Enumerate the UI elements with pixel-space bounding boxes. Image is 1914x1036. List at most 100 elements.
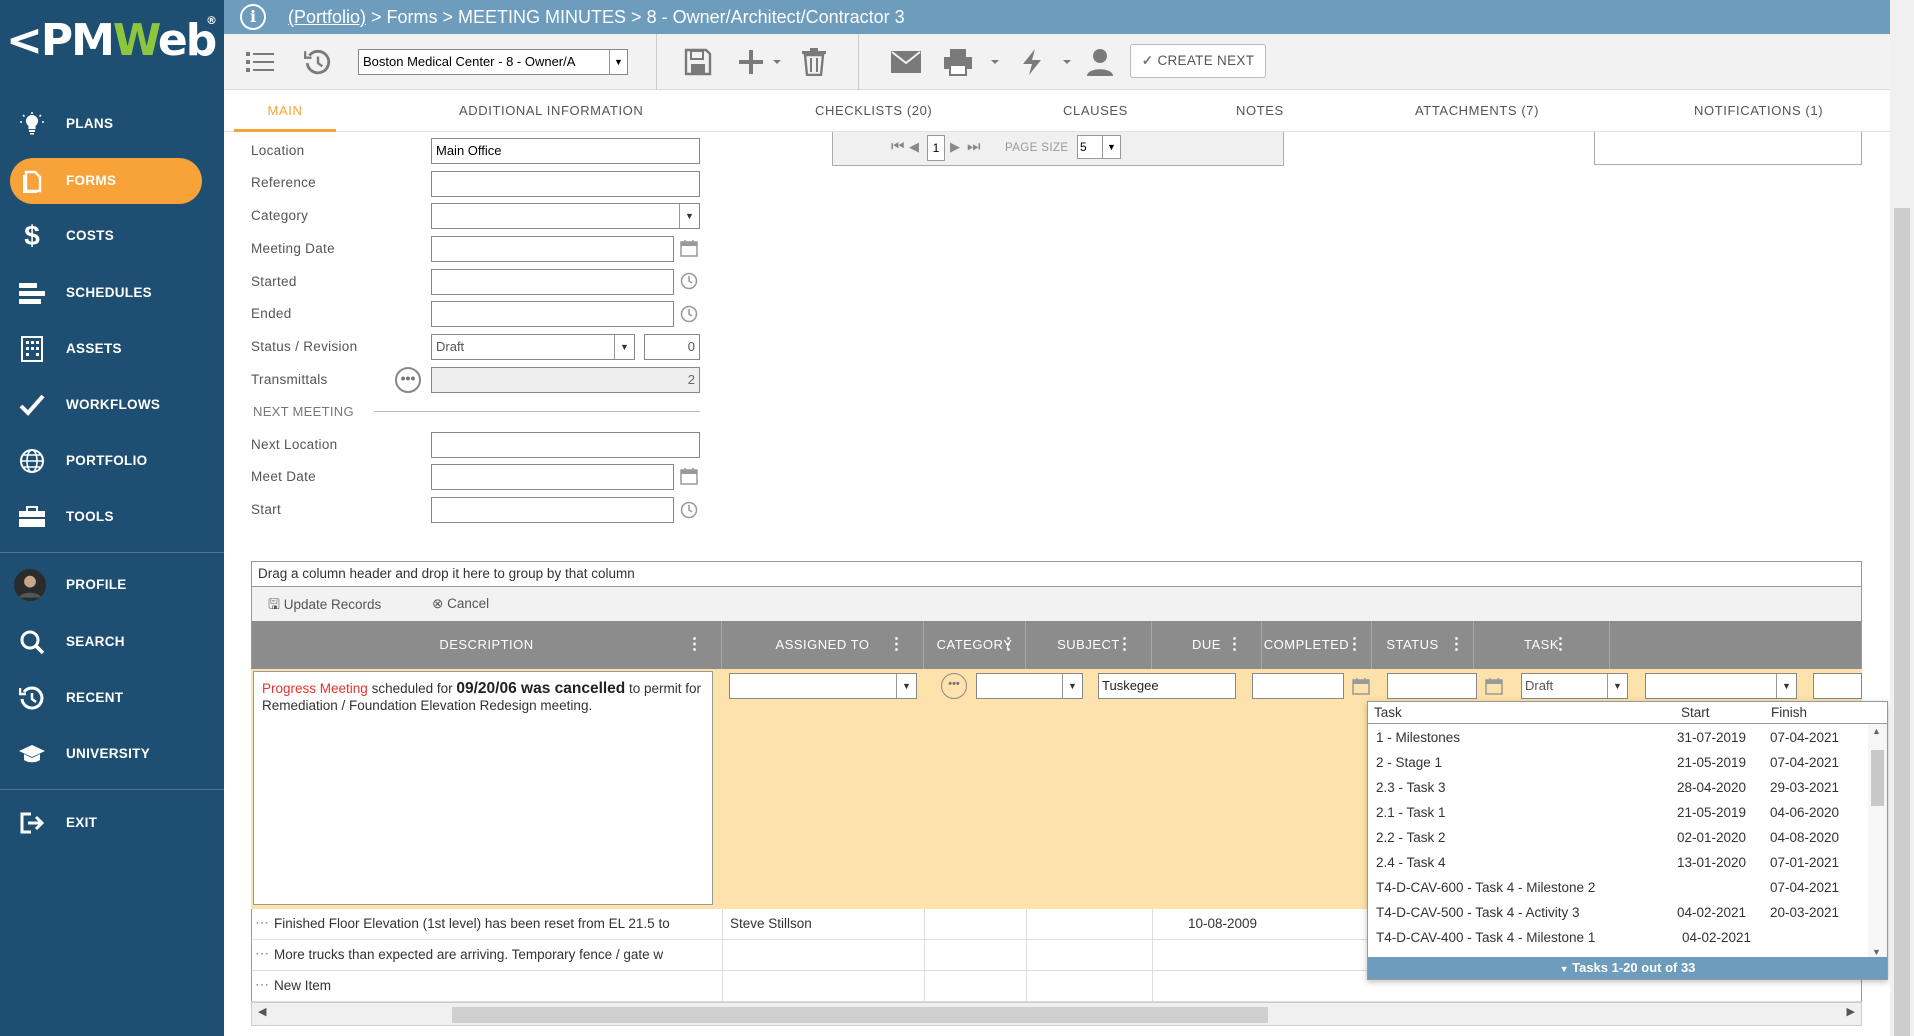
task-option[interactable]: T4-D-CAV-500 - Task 4 - Activity 3 04-02-…: [1368, 900, 1868, 925]
tab-notifications[interactable]: NOTIFICATIONS (1): [1694, 90, 1823, 132]
meeting-date-field[interactable]: [431, 236, 674, 262]
scroll-down-icon[interactable]: ▼: [1872, 947, 1881, 957]
assigned-to-more-button[interactable]: •••: [941, 673, 967, 699]
row-menu-icon[interactable]: ⋯: [255, 976, 269, 993]
page-size-select[interactable]: 5 ▼: [1077, 135, 1121, 159]
task-option[interactable]: 2.4 - Task 4 13-01-2020 07-01-2021: [1368, 850, 1868, 875]
task-dropdown-footer[interactable]: ▼ Tasks 1-20 out of 33: [1368, 957, 1887, 979]
column-menu-icon[interactable]: ⋮: [1449, 621, 1466, 669]
description-editor[interactable]: Progress Meeting scheduled for 09/20/06 …: [253, 671, 713, 905]
row-menu-icon[interactable]: ⋯: [255, 914, 269, 931]
column-header-due[interactable]: DUE ⋮: [1152, 621, 1262, 669]
sidebar-item-portfolio[interactable]: PORTFOLIO: [0, 438, 224, 484]
list-view-icon[interactable]: [244, 44, 276, 80]
sidebar-item-workflows[interactable]: WORKFLOWS: [0, 382, 224, 428]
revision-field[interactable]: 0: [644, 334, 700, 360]
print-icon[interactable]: [942, 44, 1002, 80]
column-menu-icon[interactable]: ⋮: [1553, 621, 1570, 669]
sidebar-item-search[interactable]: SEARCH: [0, 619, 224, 665]
scrollbar-thumb[interactable]: [452, 1007, 1268, 1023]
sidebar-item-costs[interactable]: $ COSTS: [0, 213, 224, 259]
subject-field[interactable]: Tuskegee: [1098, 673, 1236, 699]
history-icon[interactable]: [302, 44, 334, 80]
transmittals-more-button[interactable]: •••: [395, 367, 421, 393]
task-dropdown-scrollbar[interactable]: ▲ ▼: [1868, 724, 1887, 959]
update-records-button[interactable]: 🖫 Update Records: [268, 587, 381, 622]
category-select[interactable]: ▼: [431, 203, 700, 229]
ended-field[interactable]: [431, 301, 674, 327]
project-select[interactable]: Boston Medical Center - 8 - Owner/A ▼: [358, 49, 628, 75]
task-option[interactable]: 2.1 - Task 1 21-05-2019 04-06-2020: [1368, 800, 1868, 825]
save-icon[interactable]: [682, 44, 714, 80]
task-option[interactable]: 2.3 - Task 3 28-04-2020 29-03-2021: [1368, 775, 1868, 800]
scrollbar-thumb[interactable]: [1894, 208, 1910, 1036]
horizontal-scrollbar[interactable]: ◀ ▶: [251, 1002, 1862, 1026]
tab-notes[interactable]: NOTES: [1236, 90, 1284, 132]
clock-icon[interactable]: [680, 272, 698, 290]
reference-field[interactable]: [431, 171, 700, 197]
calendar-icon[interactable]: [680, 239, 698, 257]
column-header-assigned-to[interactable]: ASSIGNED TO ⋮: [722, 621, 924, 669]
column-menu-icon[interactable]: ⋮: [889, 621, 906, 669]
column-header-description[interactable]: DESCRIPTION ⋮: [252, 621, 722, 669]
column-menu-icon[interactable]: ⋮: [1347, 621, 1364, 669]
sidebar-item-plans[interactable]: PLANS: [0, 101, 224, 147]
next-location-field[interactable]: [431, 432, 700, 458]
clock-icon[interactable]: [680, 305, 698, 323]
prev-page-icon[interactable]: ◀: [909, 139, 919, 155]
due-field[interactable]: [1252, 673, 1344, 699]
sidebar-item-university[interactable]: UNIVERSITY: [0, 731, 224, 777]
quick-actions-icon[interactable]: [1018, 44, 1074, 80]
status-select[interactable]: Draft ▼: [431, 334, 635, 360]
task-option[interactable]: 2 - Stage 1 21-05-2019 07-04-2021: [1368, 750, 1868, 775]
sidebar-item-profile[interactable]: PROFILE: [0, 562, 224, 608]
clock-icon[interactable]: [680, 501, 698, 519]
last-page-icon[interactable]: ⏭: [967, 138, 981, 155]
first-page-icon[interactable]: ⏮: [891, 138, 905, 155]
sidebar-item-schedules[interactable]: SCHEDULES: [0, 270, 224, 316]
tab-additional-information[interactable]: ADDITIONAL INFORMATION: [459, 90, 643, 132]
scroll-left-icon[interactable]: ◀: [258, 1005, 266, 1018]
tab-attachments[interactable]: ATTACHMENTS (7): [1415, 90, 1539, 132]
page-number-field[interactable]: 1: [927, 135, 945, 161]
scroll-right-icon[interactable]: ▶: [1847, 1005, 1855, 1018]
delete-icon[interactable]: [798, 44, 830, 80]
column-header-category[interactable]: CATEGORY ⋮: [924, 621, 1026, 669]
task-option[interactable]: T4-D-CAV-600 - Task 4 - Milestone 2 07-04…: [1368, 875, 1868, 900]
category-select[interactable]: ▼: [976, 673, 1083, 699]
started-field[interactable]: [431, 269, 674, 295]
status-select[interactable]: Draft ▼: [1521, 673, 1628, 699]
sidebar-item-recent[interactable]: RECENT: [0, 675, 224, 721]
start-field[interactable]: [431, 497, 674, 523]
task-option[interactable]: T4-D-CAV-400 - Task 4 - Milestone 1 04-02…: [1368, 925, 1868, 950]
create-next-button[interactable]: ✓ CREATE NEXT: [1130, 44, 1266, 78]
tab-clauses[interactable]: CLAUSES: [1063, 90, 1128, 132]
breadcrumb-portfolio-link[interactable]: (Portfolio): [288, 7, 366, 27]
sidebar-item-tools[interactable]: TOOLS: [0, 494, 224, 540]
column-header-task[interactable]: TASK ⋮: [1474, 621, 1610, 669]
cancel-button[interactable]: ⊗ Cancel: [432, 587, 489, 621]
new-item-cell[interactable]: New Item: [274, 971, 714, 1001]
page-vertical-scrollbar[interactable]: [1890, 0, 1914, 1036]
extra-field[interactable]: [1813, 673, 1862, 699]
scroll-up-icon[interactable]: ▲: [1872, 726, 1881, 736]
tab-checklists[interactable]: CHECKLISTS (20): [815, 90, 932, 132]
sidebar-item-exit[interactable]: EXIT: [0, 800, 224, 846]
scrollbar-thumb[interactable]: [1871, 750, 1884, 806]
column-header-subject[interactable]: SUBJECT ⋮: [1026, 621, 1152, 669]
assigned-to-select[interactable]: ▼: [729, 673, 917, 699]
task-option[interactable]: 1 - Milestones 31-07-2019 07-04-2021: [1368, 725, 1868, 750]
column-header-completed[interactable]: COMPLETED ⋮: [1262, 621, 1372, 669]
meet-date-field[interactable]: [431, 464, 674, 490]
pmweb-logo[interactable]: <PMWeb ®: [6, 6, 217, 76]
sidebar-item-assets[interactable]: ASSETS: [0, 326, 224, 372]
calendar-icon[interactable]: [1352, 677, 1370, 695]
location-field[interactable]: Main Office: [431, 138, 700, 164]
calendar-icon[interactable]: [680, 467, 698, 485]
next-page-icon[interactable]: ▶: [950, 139, 960, 155]
row-menu-icon[interactable]: ⋯: [255, 945, 269, 962]
completed-field[interactable]: [1387, 673, 1477, 699]
email-icon[interactable]: [888, 44, 924, 80]
task-option[interactable]: 2.2 - Task 2 02-01-2020 04-08-2020: [1368, 825, 1868, 850]
user-icon[interactable]: [1082, 44, 1118, 80]
